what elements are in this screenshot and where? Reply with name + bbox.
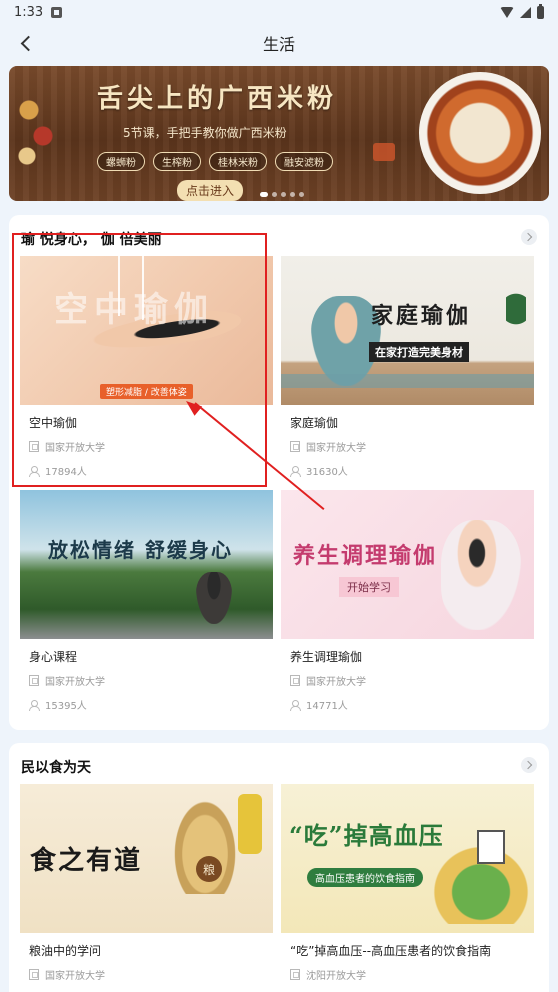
school-name: 国家开放大学 [306,443,366,454]
thumbnail-ribbon: 高血压患者的饮食指南 [307,868,423,887]
carousel-dots [260,192,304,197]
school-name: 国家开放大学 [45,677,105,688]
course-name: 养生调理瑜伽 [290,650,363,664]
section-more-chevron-icon[interactable] [521,229,537,245]
school-building-icon [290,441,300,452]
course-name: “吃”掉高血压--高血压患者的饮食指南 [290,944,492,958]
thumbnail-title: “吃”掉高血压 [289,821,444,850]
learners-user-icon [29,699,40,711]
school-building-icon [29,675,39,686]
section-title: 瑜 悦身心， 伽 倍美丽 [21,232,162,248]
promo-banner[interactable]: 舌尖上的广西米粉 5节课，手把手教你做广西米粉 螺蛳粉 生榨粉 桂林米粉 融安滤… [9,66,549,201]
battery-icon [537,3,544,19]
spice-bowls-illustration [15,96,57,168]
course-name: 身心课程 [29,650,78,664]
course-learners: 14771人 [290,697,348,712]
thumbnail-ribbon: 开始学习 [339,577,399,597]
banner-tag: 螺蛳粉 [97,152,145,171]
carousel-dot[interactable] [299,192,304,197]
course-name: 粮油中的学问 [29,944,102,958]
course-school: 国家开放大学 [29,967,105,982]
course-card[interactable]: 食之有道 粮 粮油中的学问 国家开放大学 [20,784,273,984]
learners-user-icon [29,465,40,477]
section-more-chevron-icon[interactable] [521,757,537,773]
school-name: 沈阳开放大学 [306,971,366,982]
banner-tag: 融安滤粉 [275,152,333,171]
wifi-icon [500,6,514,18]
status-icons [500,3,544,19]
course-learners: 31630人 [290,463,348,478]
course-thumbnail: “吃”掉高血压 高血压患者的饮食指南 [281,784,534,933]
thumbnail-ribbon: 粮 [196,856,222,882]
course-thumbnail: 食之有道 粮 [20,784,273,933]
learner-count: 15395人 [45,701,87,712]
thumbnail-ribbon: 在家打造完美身材 [369,342,469,362]
school-name: 国家开放大学 [306,677,366,688]
learner-count: 14771人 [306,701,348,712]
section-title: 民以食为天 [21,760,91,776]
course-card[interactable]: “吃”掉高血压 高血压患者的饮食指南 “吃”掉高血压--高血压患者的饮食指南 沈… [281,784,534,984]
carousel-dot[interactable] [272,192,277,197]
banner-tag: 生榨粉 [153,152,201,171]
school-building-icon [29,969,39,980]
course-thumbnail: 空中瑜伽 塑形减脂 / 改善体姿 [20,256,273,405]
carousel-dot[interactable] [290,192,295,197]
yoga-person-figure [441,520,521,630]
oil-bottle-illustration [238,794,262,854]
section-food: 民以食为天 食之有道 粮 粮油中的学问 国家开放大学 “吃”掉高血压 高血压患者… [9,743,549,992]
learner-count: 31630人 [306,467,348,478]
course-school: 国家开放大学 [29,673,105,688]
thumbnail-title: 食之有道 [30,846,143,876]
app-header: 生活 [0,24,558,62]
learners-user-icon [290,465,301,477]
seal-stamp [373,143,395,161]
course-thumbnail: 放松情绪 舒缓身心 [20,490,273,639]
blood-pressure-monitor-illustration [477,830,505,864]
carousel-dot[interactable] [281,192,286,197]
status-bar: 1:33 [0,0,558,24]
course-card[interactable]: 放松情绪 舒缓身心 身心课程 国家开放大学 15395人 [20,490,273,715]
course-card[interactable]: 空中瑜伽 塑形减脂 / 改善体姿 空中瑜伽 国家开放大学 17894人 [20,256,273,481]
school-name: 国家开放大学 [45,971,105,982]
banner-subtitle: 5节课，手把手教你做广西米粉 [123,126,287,140]
course-school: 国家开放大学 [290,439,366,454]
course-school: 沈阳开放大学 [290,967,366,982]
status-time: 1:33 [14,4,44,20]
course-card[interactable]: 养生调理瑜伽 开始学习 养生调理瑜伽 国家开放大学 14771人 [281,490,534,715]
banner-tag: 桂林米粉 [209,152,267,171]
banner-tags: 螺蛳粉 生榨粉 桂林米粉 融安滤粉 [97,152,333,171]
signal-icon [520,6,531,18]
course-name: 空中瑜伽 [29,416,78,430]
page-title: 生活 [262,35,295,54]
back-arrow-icon[interactable] [18,33,38,53]
course-learners: 15395人 [29,697,87,712]
yoga-mat [281,374,534,388]
potted-plant [506,286,526,332]
course-thumbnail: 养生调理瑜伽 开始学习 [281,490,534,639]
course-name: 家庭瑜伽 [290,416,339,430]
school-building-icon [29,441,39,452]
thumbnail-title: 空中瑜伽 [54,290,214,330]
course-thumbnail: 家庭瑜伽 在家打造完美身材 [281,256,534,405]
course-school: 国家开放大学 [29,439,105,454]
meditating-person-figure [196,572,232,624]
carousel-dot-active[interactable] [260,192,268,197]
rice-noodle-bowl-image [419,72,541,194]
school-name: 国家开放大学 [45,443,105,454]
school-building-icon [290,969,300,980]
thumbnail-title: 家庭瑜伽 [371,303,472,329]
learners-user-icon [290,699,301,711]
course-school: 国家开放大学 [290,673,366,688]
notification-icon [51,6,63,18]
thumbnail-ribbon: 塑形减脂 / 改善体姿 [100,384,193,399]
learner-count: 17894人 [45,467,87,478]
thumbnail-title: 养生调理瑜伽 [293,543,438,569]
course-card[interactable]: 家庭瑜伽 在家打造完美身材 家庭瑜伽 国家开放大学 31630人 [281,256,534,481]
banner-title: 舌尖上的广西米粉 [97,84,338,114]
school-building-icon [290,675,300,686]
thumbnail-title: 放松情绪 舒缓身心 [48,538,233,562]
course-learners: 17894人 [29,463,87,478]
banner-cta-button[interactable]: 点击进入 [177,180,244,201]
